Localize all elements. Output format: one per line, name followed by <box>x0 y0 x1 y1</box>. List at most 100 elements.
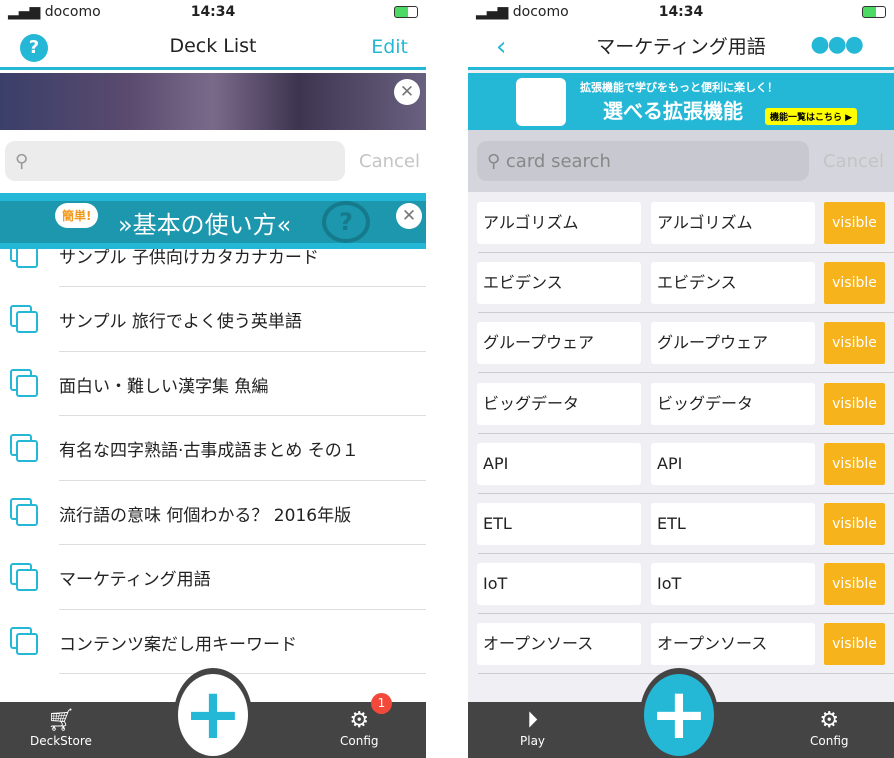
extension-banner[interactable]: 拡張機能で学びをもっと便利に楽しく！ 選べる拡張機能 機能一覧はこちら ▶ <box>468 73 894 130</box>
nav-bar: ‹ マーケティング用語 ●●● <box>468 24 894 70</box>
deck-list-item[interactable]: サンプル 旅行でよく使う英単語 <box>0 288 426 352</box>
visible-button[interactable]: visible <box>824 442 885 485</box>
carrier: ▂▄▆ docomo <box>476 4 569 20</box>
card-back[interactable]: ETL <box>651 503 815 545</box>
add-deck-button[interactable]: + <box>174 668 252 758</box>
card-row: ETL ETL visible <box>468 494 894 554</box>
feature-list-button[interactable]: 機能一覧はこちら ▶ <box>765 108 858 125</box>
card-row: グループウェア グループウェア visible <box>468 313 894 374</box>
visible-button[interactable]: visible <box>824 382 885 425</box>
deck-icon <box>10 304 40 335</box>
visible-button[interactable]: visible <box>824 563 885 606</box>
edit-button[interactable]: Edit <box>371 36 408 58</box>
card-row: アルゴリズム アルゴリズム visible <box>468 193 894 253</box>
question-icon: ? <box>322 201 370 243</box>
gear-icon: ⚙ <box>349 708 370 733</box>
plus-icon: + <box>178 674 248 756</box>
deck-list-item[interactable]: マーケティング用語 <box>0 546 426 610</box>
deck-icon <box>10 627 40 657</box>
card-back[interactable]: エビデンス <box>651 262 815 305</box>
divider <box>59 673 426 674</box>
deck-icon <box>10 369 40 399</box>
visible-button[interactable]: visible <box>824 322 885 365</box>
visible-button[interactable]: visible <box>824 503 885 545</box>
nav-bar: ? Deck List Edit <box>0 24 426 70</box>
how-to-label: »基本の使い方« <box>118 210 292 239</box>
card-front[interactable]: グループウェア <box>477 322 641 365</box>
banner-subtitle: 拡張機能で学びをもっと便利に楽しく！ <box>580 81 778 94</box>
card-row: API API visible <box>468 434 894 494</box>
deck-list-item[interactable]: 有名な四字熟語·古事成語まとめ その１ <box>0 417 426 481</box>
notification-badge: 1 <box>371 693 392 714</box>
deck-title: サンプル 旅行でよく使う英単語 <box>59 312 302 332</box>
card-back[interactable]: グループウェア <box>651 322 815 365</box>
easy-bubble: 簡単! <box>55 203 99 228</box>
page-title: Deck List <box>169 34 257 57</box>
deck-list-item[interactable]: 面白い・難しい漢字集 魚編 <box>0 352 426 416</box>
tab-config[interactable]: ⚙ Config <box>810 708 849 748</box>
card-front[interactable]: オープンソース <box>477 623 641 666</box>
ad-banner[interactable]: ✕ <box>0 73 426 130</box>
play-icon: ⏵ <box>527 708 539 733</box>
deck-title: コンテンツ案だし用キーワード <box>59 634 297 655</box>
card-search-input[interactable]: ⚲ card search <box>477 141 810 181</box>
card-back[interactable]: オープンソース <box>651 623 815 666</box>
card-back[interactable]: ビッグデータ <box>651 382 815 425</box>
close-icon[interactable]: ✕ <box>396 203 422 229</box>
deck-list-item[interactable]: コンテンツ案だし用キーワード <box>0 610 426 674</box>
card-front[interactable]: アルゴリズム <box>477 202 641 244</box>
status-bar: ▂▄▆ docomo 14:34 <box>0 0 426 24</box>
search-icon: ⚲ <box>15 150 29 172</box>
banner-title: 選べる拡張機能 <box>603 99 743 123</box>
deck-icon <box>10 562 40 593</box>
battery-icon <box>862 6 886 18</box>
card-back[interactable]: API <box>651 442 815 485</box>
search-bar: ⚲ card search Cancel <box>468 130 894 192</box>
cancel-button[interactable]: Cancel <box>823 151 884 172</box>
card-back[interactable]: アルゴリズム <box>651 202 815 244</box>
notebook-icon <box>516 78 566 126</box>
search-bar: ⚲ Cancel <box>0 130 426 192</box>
how-to-banner[interactable]: 簡単! »基本の使い方« ? ✕ <box>0 193 426 249</box>
battery-icon <box>394 6 418 18</box>
add-card-button[interactable]: + <box>640 668 718 758</box>
visible-button[interactable]: visible <box>824 202 885 244</box>
visible-button[interactable]: visible <box>824 262 885 305</box>
card-front[interactable]: IoT <box>477 563 641 606</box>
visible-button[interactable]: visible <box>824 623 885 666</box>
tab-config[interactable]: ⚙ Config <box>340 708 379 748</box>
deck-detail-screen: ▂▄▆ docomo 14:34 ‹ マーケティング用語 ●●● 拡張機能で学び… <box>468 0 894 758</box>
cart-icon: 🛒︎ <box>46 708 75 733</box>
tab-deckstore[interactable]: 🛒︎ DeckStore <box>30 708 92 748</box>
card-row: オープンソース オープンソース visible <box>468 614 894 675</box>
deck-list-screen: ▂▄▆ docomo 14:34 ? Deck List Edit ✕ ⚲ Ca… <box>0 0 426 758</box>
card-row: エビデンス エビデンス visible <box>468 253 894 314</box>
help-button[interactable]: ? <box>20 34 48 62</box>
search-input[interactable]: ⚲ <box>5 141 346 181</box>
close-icon[interactable]: ✕ <box>394 79 420 105</box>
card-front[interactable]: エビデンス <box>477 262 641 305</box>
card-row: ビッグデータ ビッグデータ visible <box>468 374 894 434</box>
deck-title: 有名な四字熟語·古事成語まとめ その１ <box>59 441 359 461</box>
deck-icon <box>10 433 40 464</box>
page-title: マーケティング用語 <box>596 36 766 58</box>
card-back[interactable]: IoT <box>651 563 815 606</box>
search-icon: ⚲ <box>487 150 506 172</box>
plus-icon: + <box>644 674 714 756</box>
deck-list-item[interactable]: 流行語の意味 何個わかる？ 2016年版 <box>0 481 426 545</box>
deck-title: マーケティング用語 <box>59 570 211 590</box>
carrier: ▂▄▆ docomo <box>8 4 101 20</box>
card-front[interactable]: API <box>477 442 641 485</box>
deck-icon <box>10 498 40 528</box>
deck-title: 面白い・難しい漢字集 魚編 <box>59 376 269 397</box>
card-front[interactable]: ビッグデータ <box>477 382 641 425</box>
card-row: IoT IoT visible <box>468 554 894 615</box>
status-bar: ▂▄▆ docomo 14:34 <box>468 0 894 24</box>
back-icon[interactable]: ‹ <box>496 32 506 62</box>
deck-title: 流行語の意味 何個わかる？ 2016年版 <box>59 505 352 526</box>
tab-play[interactable]: ⏵ Play <box>520 708 545 748</box>
cancel-button[interactable]: Cancel <box>359 151 420 172</box>
gear-icon: ⚙ <box>819 708 840 733</box>
more-icon[interactable]: ●●● <box>810 32 864 57</box>
card-front[interactable]: ETL <box>477 503 641 545</box>
